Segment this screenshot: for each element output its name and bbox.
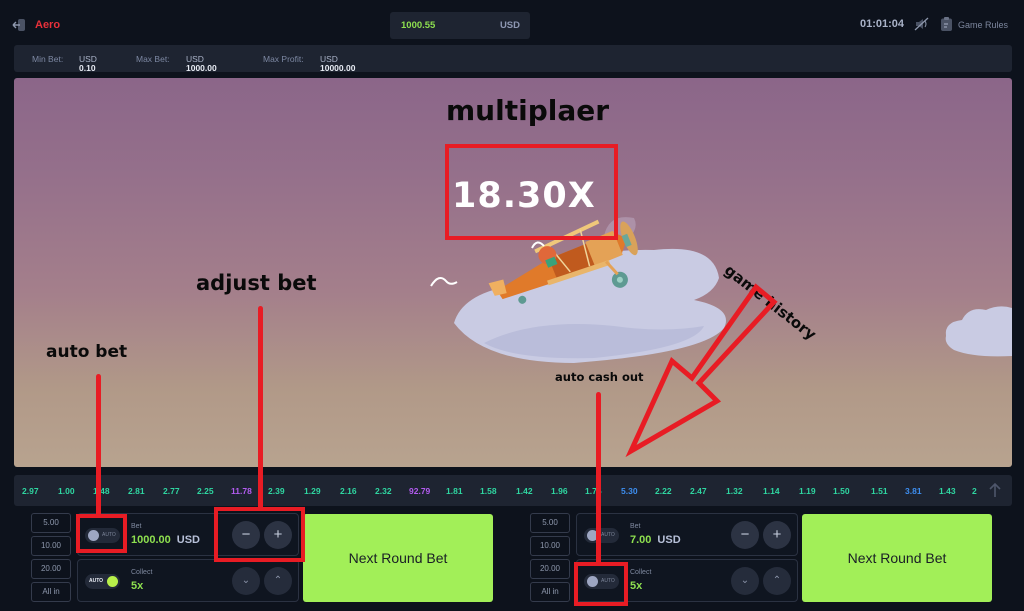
history-multiplier: 1.51 bbox=[871, 486, 888, 496]
annotation-auto-bet: auto bet bbox=[46, 342, 128, 362]
min-bet-value: 0.10 USD bbox=[79, 54, 97, 73]
adjust-bet-highlight bbox=[214, 507, 305, 562]
history-multiplier: 1.29 bbox=[304, 486, 321, 496]
history-multiplier: 1.19 bbox=[799, 486, 816, 496]
history-multiplier: 1.32 bbox=[726, 486, 743, 496]
history-multiplier: 1.96 bbox=[551, 486, 568, 496]
increase-collect-button[interactable]: ⌃ bbox=[763, 567, 791, 595]
increase-bet-button[interactable]: + bbox=[763, 521, 791, 549]
max-profit-label: Max Profit: bbox=[263, 54, 304, 64]
history-multiplier: 1.43 bbox=[939, 486, 956, 496]
history-multiplier: 1.42 bbox=[516, 486, 533, 496]
collect-label: Collect bbox=[630, 569, 652, 576]
annotation-adjust-bet: adjust bet bbox=[196, 271, 317, 295]
decrease-collect-button[interactable]: ⌄ bbox=[232, 567, 260, 595]
history-multiplier: 2.25 bbox=[197, 486, 214, 496]
annotation-line bbox=[258, 467, 263, 508]
quick-bet-button[interactable]: 10.00 bbox=[530, 536, 570, 556]
game-canvas: multiplaer 18.30X adjust bet auto bet au… bbox=[14, 78, 1012, 467]
history-multiplier: 1.81 bbox=[446, 486, 463, 496]
history-multiplier: 5.30 bbox=[621, 486, 638, 496]
history-multiplier: 2.32 bbox=[375, 486, 392, 496]
back-arrow-icon[interactable] bbox=[12, 18, 26, 32]
max-bet-value: 1000.00 USD bbox=[186, 54, 217, 73]
max-profit-value: 10000.00 USD bbox=[320, 54, 356, 73]
collect-multiplier-value: 5x bbox=[630, 580, 643, 592]
game-history-bar: 2.97 1.00 1.48 2.81 2.77 2.25 11.78 2.39 1.29 2.1… bbox=[14, 475, 1012, 506]
quick-bet-button[interactable]: 10.00 bbox=[31, 536, 71, 556]
max-bet-label: Max Bet: bbox=[136, 54, 170, 64]
history-expand-icon[interactable] bbox=[988, 482, 1002, 498]
auto-collect-panel: AUTO Collect 5x ⌄ ⌃ bbox=[77, 559, 299, 602]
collect-label: Collect bbox=[131, 569, 153, 576]
history-multiplier: 2.22 bbox=[655, 486, 672, 496]
quick-bet-button[interactable]: 20.00 bbox=[31, 559, 71, 579]
auto-bet-toggle[interactable]: AUTO bbox=[584, 528, 619, 543]
balance-display: 1000.55 USD bbox=[390, 12, 530, 39]
quick-bet-button[interactable]: All in bbox=[31, 582, 71, 602]
history-multiplier: 2.16 bbox=[340, 486, 357, 496]
bird bbox=[430, 276, 458, 287]
bet-label: Bet bbox=[131, 523, 142, 530]
toggle-label: AUTO bbox=[601, 532, 615, 538]
game-rules-link[interactable]: Game Rules bbox=[958, 20, 1008, 30]
history-multiplier: 1.00 bbox=[58, 486, 75, 496]
sound-muted-icon[interactable] bbox=[914, 17, 930, 31]
history-multiplier: 1.50 bbox=[833, 486, 850, 496]
quick-bet-button[interactable]: All in bbox=[530, 582, 570, 602]
quick-bet-button[interactable]: 5.00 bbox=[31, 513, 71, 533]
balance-amount: 1000.55 bbox=[401, 20, 436, 31]
multiplier-value: 18.30X bbox=[452, 176, 596, 216]
annotation-line bbox=[96, 374, 101, 467]
rules-clipboard-icon[interactable] bbox=[941, 17, 952, 31]
toggle-label: AUTO bbox=[89, 578, 104, 584]
auto-cash-out-highlight bbox=[574, 562, 628, 606]
auto-collect-toggle[interactable]: AUTO bbox=[85, 574, 120, 589]
annotation-line bbox=[258, 306, 263, 467]
toggle-knob bbox=[107, 576, 118, 587]
annotation-line bbox=[96, 467, 101, 515]
history-multiplier: 2.81 bbox=[128, 486, 145, 496]
history-multiplier: 2.39 bbox=[268, 486, 285, 496]
quick-bet-button[interactable]: 5.00 bbox=[530, 513, 570, 533]
bet-amount-value: 7.00 USD bbox=[630, 534, 681, 546]
balance-currency: USD bbox=[499, 20, 520, 31]
bet-limits-bar: Min Bet: 0.10 USD Max Bet: 1000.00 USD M… bbox=[14, 45, 1012, 73]
history-multiplier: 1.58 bbox=[480, 486, 497, 496]
auto-bet-highlight bbox=[76, 514, 127, 553]
cloud-small bbox=[945, 306, 1012, 357]
next-round-bet-button[interactable]: Next Round Bet bbox=[303, 514, 493, 602]
history-multiplier: 2.47 bbox=[690, 486, 707, 496]
bet-label: Bet bbox=[630, 523, 641, 530]
app-logo: Aero bbox=[35, 19, 61, 31]
history-multiplier: 2 bbox=[972, 486, 977, 496]
history-multiplier: 2.97 bbox=[22, 486, 39, 496]
history-multiplier: 3.81 bbox=[905, 486, 922, 496]
decrease-bet-button[interactable]: − bbox=[731, 521, 759, 549]
min-bet-label: Min Bet: bbox=[32, 54, 64, 64]
annotation-multiplier: multiplaer bbox=[446, 94, 610, 127]
game-scene bbox=[430, 217, 1012, 363]
annotation-auto-cash-out: auto cash out bbox=[555, 370, 644, 384]
annotation-line bbox=[596, 467, 601, 565]
top-bar: Aero 1000.55 USD 01:01:04 Game Rules bbox=[0, 0, 1024, 46]
bet-amount-value: 1000.00 USD bbox=[131, 534, 200, 546]
quick-bet-button[interactable]: 20.00 bbox=[530, 559, 570, 579]
history-multiplier: 2.77 bbox=[163, 486, 180, 496]
history-multiplier: 1.14 bbox=[763, 486, 780, 496]
history-multiplier: 92.79 bbox=[409, 486, 431, 496]
collect-multiplier-value: 5x bbox=[131, 580, 144, 592]
clock: 01:01:04 bbox=[860, 18, 905, 30]
increase-collect-button[interactable]: ⌃ bbox=[264, 567, 292, 595]
decrease-collect-button[interactable]: ⌄ bbox=[731, 567, 759, 595]
next-round-bet-button[interactable]: Next Round Bet bbox=[802, 514, 992, 602]
annotation-line bbox=[596, 392, 601, 467]
history-multiplier: 11.78 bbox=[231, 486, 252, 496]
bet-amount-panel: AUTO Bet 7.00 USD − + bbox=[576, 513, 798, 556]
